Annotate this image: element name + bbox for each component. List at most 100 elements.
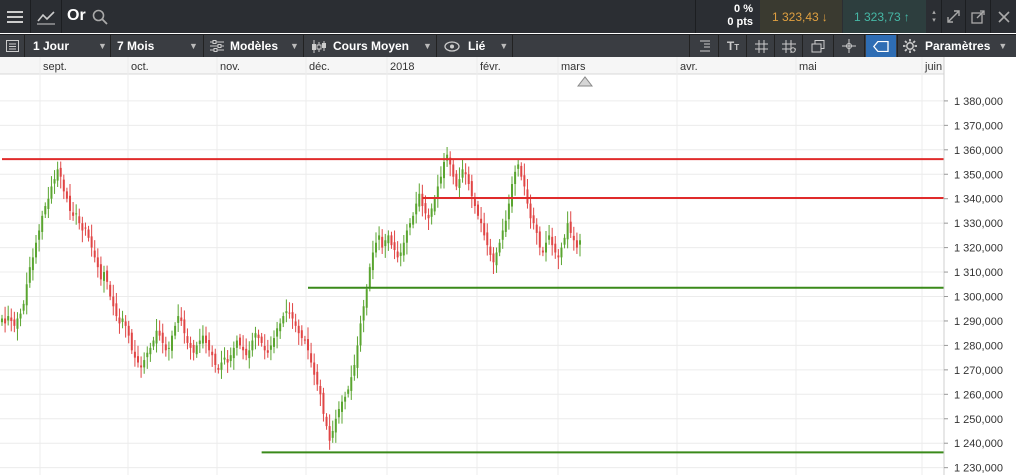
candle-up (368, 267, 371, 288)
candle-down (325, 416, 328, 427)
candle-up (146, 352, 149, 358)
candle-up (579, 240, 581, 245)
candle-up (337, 408, 340, 418)
candle-up (279, 323, 282, 332)
sell-price-button[interactable]: 1 323,43 ↓ (760, 0, 842, 33)
candle-up (103, 272, 105, 281)
candle-down (575, 240, 578, 248)
change-percent: 0 % (734, 3, 753, 15)
candle-up (220, 362, 223, 370)
candle-down (99, 264, 102, 280)
candle-up (517, 164, 520, 169)
candle-down (90, 236, 93, 248)
candle-up (560, 247, 563, 258)
settings-button[interactable]: Paramètres ▼ (903, 35, 1007, 57)
close-icon[interactable] (991, 0, 1016, 33)
candle-down (523, 175, 526, 187)
chart-line-icon[interactable] (31, 0, 61, 33)
sell-price: 1 323,43 (772, 9, 819, 24)
change-points: 0 pts (727, 16, 753, 28)
buy-price: 1 323,73 (854, 9, 901, 24)
candle-down (183, 319, 186, 334)
search-icon[interactable] (88, 0, 112, 33)
candle-up (344, 396, 347, 402)
chart-background (0, 57, 1016, 475)
settings-icon (903, 39, 917, 53)
chevron-down-icon[interactable]: ▼ (189, 35, 198, 57)
candle-down (390, 235, 393, 246)
candle-up (399, 252, 402, 256)
candle-down (297, 325, 300, 334)
instrument-symbol: Or (67, 7, 86, 24)
candle-up (25, 284, 28, 306)
interval-dropdown[interactable]: 1 Jour (33, 35, 69, 57)
chevron-down-icon[interactable]: ▼ (98, 35, 107, 57)
grid-icon[interactable] (748, 35, 774, 57)
candle-down (569, 221, 572, 233)
candle-down (137, 356, 139, 363)
month-label: 2018 (390, 61, 414, 73)
candle-up (461, 169, 464, 178)
candle-down (130, 332, 133, 351)
popout-icon[interactable] (966, 0, 990, 33)
list-icon[interactable] (0, 35, 24, 57)
candle-down (557, 255, 560, 258)
crosshair-icon[interactable] (836, 35, 862, 57)
candle-up (50, 186, 53, 199)
text-align-icon[interactable] (692, 35, 718, 57)
price-label: 1 330,000 (954, 218, 1003, 230)
price-label: 1 360,000 (954, 145, 1003, 157)
price-chart[interactable]: 1 356,1751 340,2671 303,6051 236,259 sep… (0, 57, 1016, 475)
candle-down (133, 351, 136, 358)
price-label: 1 340,000 (954, 194, 1003, 206)
buy-price-button[interactable]: 1 323,73 ↑ (843, 0, 926, 33)
tag-tool-icon[interactable] (866, 35, 896, 57)
crosshair-grid-icon[interactable] (776, 35, 802, 57)
chart-canvas[interactable]: 1 356,1751 340,2671 303,6051 236,259 sep… (0, 57, 1016, 475)
candle-down (263, 345, 266, 351)
candle-up (285, 311, 288, 314)
change-display: 0 % 0 pts (696, 0, 759, 33)
month-label: déc. (309, 61, 330, 73)
candle-up (53, 179, 56, 184)
candle-down (310, 353, 313, 363)
candle-up (495, 252, 498, 266)
candle-down (303, 339, 306, 341)
candle-down (424, 203, 427, 214)
candle-down (492, 253, 495, 263)
collapse-icon[interactable]: ▴ ▾ (927, 0, 941, 33)
candle-down (211, 351, 214, 356)
candle-up (1, 318, 3, 323)
templates-icon (210, 40, 224, 52)
candle-down (10, 317, 13, 321)
layers-icon[interactable] (805, 35, 831, 57)
candle-up (41, 215, 44, 232)
shrink-icon[interactable] (942, 0, 965, 33)
candle-up (47, 198, 50, 209)
price-label: 1 250,000 (954, 414, 1003, 426)
templates-dropdown[interactable]: Modèles ▼ (210, 35, 299, 57)
chart-style-dropdown[interactable]: Cours Moyen ▼ (311, 35, 432, 57)
candle-up (171, 335, 173, 351)
candle-down (239, 337, 241, 346)
period-dropdown[interactable]: 7 Mois (117, 35, 154, 57)
candle-down (489, 246, 492, 255)
candle-up (504, 220, 507, 232)
candle-down (205, 335, 207, 343)
candle-up (350, 377, 353, 391)
candle-up (269, 345, 272, 350)
candle-down (300, 330, 303, 339)
candle-down (109, 284, 112, 297)
candle-down (4, 318, 7, 324)
candle-up (235, 340, 238, 348)
link-dropdown[interactable]: Lié ▼ (444, 35, 508, 57)
candle-up (384, 240, 387, 247)
candle-down (242, 346, 245, 351)
period-label: 7 Mois (117, 39, 155, 53)
candle-up (28, 267, 31, 283)
text-tool-icon[interactable]: TT (720, 35, 746, 57)
candle-down (217, 367, 220, 370)
menu-icon[interactable] (0, 0, 30, 33)
candle-up (356, 345, 359, 368)
candle-up (498, 242, 501, 253)
